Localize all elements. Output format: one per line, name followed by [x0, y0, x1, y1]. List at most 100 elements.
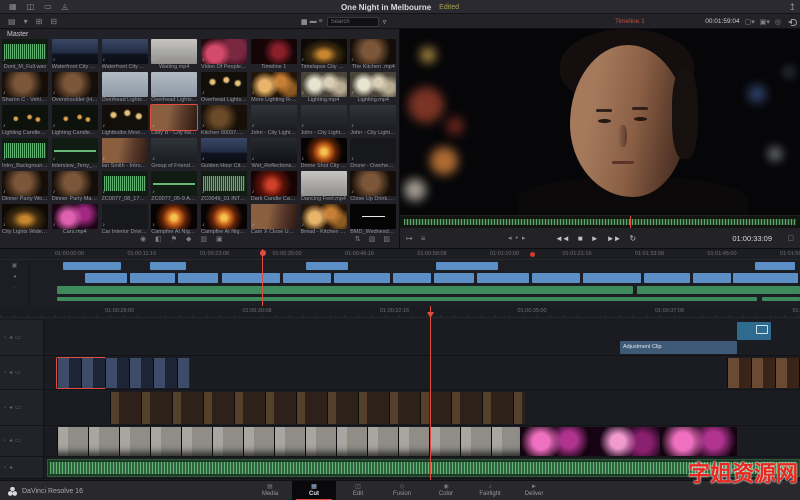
import-media-icon[interactable]: ⊞: [36, 17, 43, 26]
zoom-dropdown-icon[interactable]: ▣▾: [760, 18, 770, 26]
media-clip[interactable]: ♪Intro_Background...: [2, 138, 50, 170]
speed-change-icon[interactable]: ↦: [406, 234, 413, 243]
jog-dot-icon[interactable]: •: [516, 235, 518, 242]
overview-clip[interactable]: [85, 273, 127, 283]
film-icon[interactable]: ▭: [15, 405, 21, 411]
overview-clip[interactable]: [478, 262, 498, 270]
media-clip[interactable]: ♪Cam X Close Up ...: [251, 204, 299, 235]
viewer-video[interactable]: [400, 29, 800, 215]
overview-clip[interactable]: [532, 273, 580, 283]
overview-clip[interactable]: [178, 273, 218, 283]
sort-icon[interactable]: ⇅: [355, 235, 361, 243]
overview-clip[interactable]: [130, 273, 175, 283]
media-clip[interactable]: ♪Overhead Lights ...: [102, 72, 150, 104]
clip-list-icon[interactable]: ≡: [421, 234, 426, 243]
dual-viewer-icon[interactable]: ◫: [27, 0, 35, 13]
overview-clip[interactable]: [637, 286, 800, 294]
timeline-clip[interactable]: [57, 427, 520, 456]
media-clip[interactable]: ♪John - City Lights...: [301, 105, 349, 137]
media-clip[interactable]: ♪Golden Hour City...: [201, 138, 249, 170]
mute-icon[interactable]: ◂: [9, 370, 12, 376]
media-clip[interactable]: ♪John - City Lights...: [251, 105, 299, 137]
resolution-dropdown-icon[interactable]: ▢▾: [745, 18, 755, 26]
media-clip[interactable]: ♪Interview_Terry_T...: [52, 138, 100, 170]
mute-icon[interactable]: ◂: [9, 405, 12, 411]
viewer-audio-scrubber[interactable]: [400, 215, 800, 228]
scrubber-playhead[interactable]: [630, 216, 631, 228]
smart-bin-icon[interactable]: ▧: [369, 235, 376, 243]
media-clip[interactable]: ♪City Lights Wide A...: [2, 204, 50, 235]
speaker-icon[interactable]: [786, 18, 796, 26]
media-clip[interactable]: ♪Group of Friends ...: [151, 138, 199, 170]
media-clip[interactable]: ♪Dinner Party Wom...: [2, 171, 50, 203]
media-clip[interactable]: ♪Timelapse City Lig...: [301, 39, 349, 71]
marker-icon[interactable]: ◆: [186, 235, 191, 243]
media-clip[interactable]: ♪Campfire At Night...: [151, 204, 199, 235]
tab-color[interactable]: ◉Color: [424, 481, 468, 500]
timeline-clip[interactable]: [110, 392, 525, 424]
timeline-detail[interactable]: 01:00:28:0001:00:30:0801:00:32:1601:00:3…: [0, 306, 800, 480]
sync-clips-icon[interactable]: ◉: [140, 235, 146, 243]
media-clip[interactable]: ♪Ian Smith - Intro S...: [102, 138, 150, 170]
media-clip[interactable]: ♪Lady B - City Back...: [151, 105, 199, 137]
timeline-clip[interactable]: [737, 322, 771, 340]
overview-clip[interactable]: [644, 273, 690, 283]
bin-list-icon[interactable]: ▤: [8, 17, 16, 26]
import-folder-icon[interactable]: ⊟: [50, 17, 57, 26]
timeline-clip[interactable]: [57, 358, 105, 388]
tab-cut[interactable]: ▦Cut: [292, 481, 336, 500]
film-icon[interactable]: ▭: [15, 335, 21, 341]
media-clip[interactable]: ♪Sharon C - Vehicl...: [2, 72, 50, 104]
lock-icon[interactable]: ▫: [4, 370, 6, 376]
filmstrip-view-icon[interactable]: ▬: [310, 18, 317, 26]
media-clip[interactable]: ♪Waterfront City W...: [102, 39, 150, 71]
media-clip[interactable]: ♪Lighting Candles H...: [52, 105, 100, 137]
timeline-clip[interactable]: [590, 427, 660, 456]
media-clip[interactable]: ♪Video Of People ...: [201, 39, 249, 71]
single-viewer-icon[interactable]: ▭: [44, 0, 52, 13]
media-clip[interactable]: ♪Campfire At Night...: [201, 204, 249, 235]
overview-clip[interactable]: [150, 262, 186, 270]
timeline-clip[interactable]: [727, 358, 800, 388]
timeline-clip[interactable]: [660, 427, 737, 456]
tab-deliver[interactable]: ►Deliver: [512, 481, 556, 500]
film-icon[interactable]: ▭: [15, 438, 21, 444]
media-clip[interactable]: ♪Lighting Candles H...: [2, 105, 50, 137]
media-clip[interactable]: ♪Dark Candle Cake...: [251, 171, 299, 203]
overview-clip[interactable]: [63, 262, 121, 270]
track-header[interactable]: ▫◂▭: [0, 426, 44, 456]
overview-clip[interactable]: [693, 273, 731, 283]
overview-clip[interactable]: [283, 273, 331, 283]
overview-clip[interactable]: [477, 273, 529, 283]
chevron-down-icon[interactable]: ▾: [24, 17, 28, 26]
overview-clip[interactable]: [762, 297, 800, 301]
media-clip[interactable]: ♪Close Up Drink.mp4: [350, 171, 398, 203]
clip-color-icon[interactable]: ◧: [155, 235, 162, 243]
jog-fwd-icon[interactable]: ▸: [522, 234, 526, 242]
overview-clip[interactable]: [755, 262, 795, 270]
lock-icon[interactable]: ▫: [4, 405, 6, 411]
overview-clip[interactable]: [434, 273, 474, 283]
quick-export-icon[interactable]: ↥: [788, 2, 796, 13]
timeline-clip[interactable]: [520, 427, 590, 456]
timeline-marker[interactable]: [530, 252, 535, 257]
media-clip[interactable]: ♪Dont_M_Full.wav: [2, 39, 50, 71]
subclip-icon[interactable]: ▥: [200, 235, 207, 243]
media-clip[interactable]: ♪ZC0077_08_17CU...: [102, 171, 150, 203]
tab-edit[interactable]: ◫Edit: [336, 481, 380, 500]
media-clip[interactable]: BMD_Wednesday...: [350, 204, 398, 235]
media-clip[interactable]: ♪Car Interior Drivin...: [102, 204, 150, 235]
media-clip[interactable]: ♪Cars.mp4: [52, 204, 100, 235]
media-clip[interactable]: ♪Lighting.mp4: [301, 72, 349, 104]
media-clip[interactable]: ♪The Kitchen .mp4: [350, 39, 398, 71]
track-header[interactable]: ▫◂: [0, 457, 44, 478]
track-header[interactable]: ▫◂▭: [0, 320, 44, 355]
media-clip[interactable]: ♪Overshoulder (Ho...: [52, 72, 100, 104]
media-clip[interactable]: ♪Waiting.mp4: [151, 39, 199, 71]
media-clip[interactable]: ♪Lightbulbs Moving...: [102, 105, 150, 137]
media-clip[interactable]: ♪Overhead Lights ...: [151, 72, 199, 104]
fullscreen-icon[interactable]: ▢: [787, 234, 794, 242]
snapshot-icon[interactable]: ▣: [216, 235, 223, 243]
overview-playhead[interactable]: [262, 249, 263, 306]
bin-breadcrumb[interactable]: Master: [7, 31, 28, 38]
